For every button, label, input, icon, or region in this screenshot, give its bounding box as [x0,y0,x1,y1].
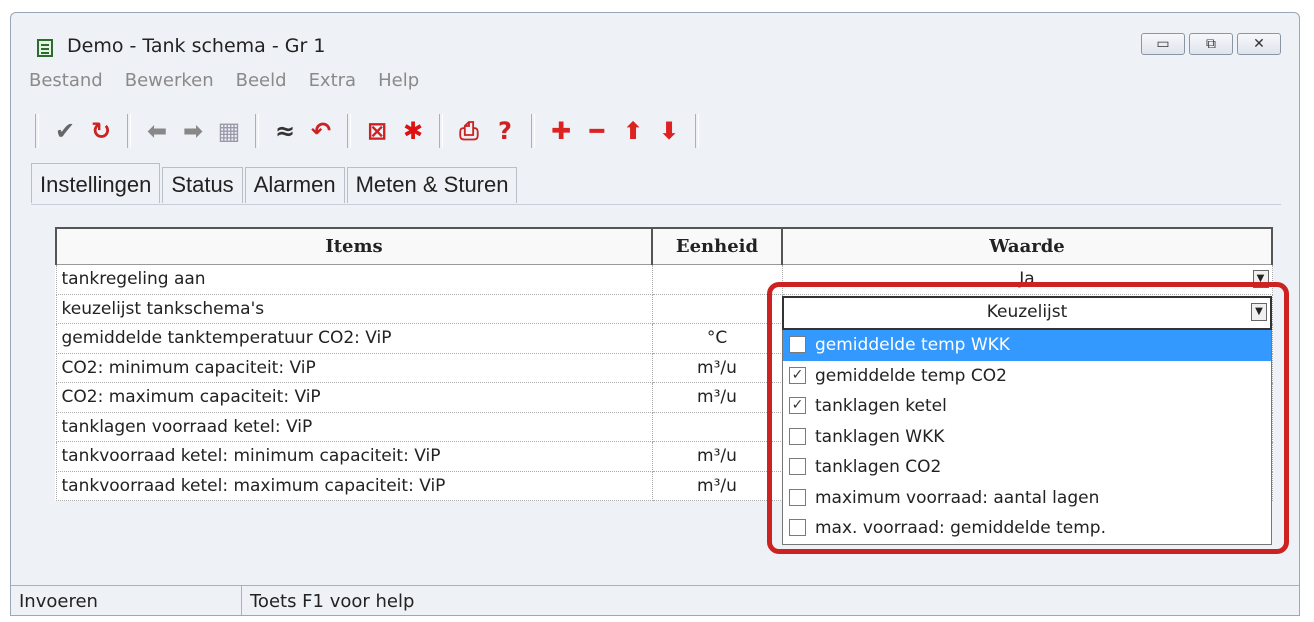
checkbox-icon[interactable] [789,458,806,475]
item-cell: tankregeling aan [55,264,653,295]
status-mode: Invoeren [19,591,98,612]
window-controls: ▭ ⧉ ✕ [1141,33,1281,55]
tab-strip: Instellingen Status Alarmen Meten & Stur… [31,163,519,203]
undo-icon[interactable]: ↶ [307,116,335,146]
dropdown-option[interactable]: tanklagen WKK [783,422,1271,453]
dropdown-arrow-icon[interactable]: ▼ [1251,303,1267,321]
grid-icon[interactable]: ▦ [215,116,243,146]
menu-bestand[interactable]: Bestand [29,70,103,91]
toolbar-separator [35,114,39,148]
dropdown-arrow-icon[interactable]: ▼ [1252,270,1269,288]
dropdown-option[interactable]: ✓ gemiddelde temp CO2 [783,361,1271,392]
cancel-box-icon[interactable]: ⊠ [363,116,391,146]
toolbar: ✔ ↻ ⬅ ➡ ▦ ≈ ↶ ⊠ ✱ ⎙ ? ✚ ━ ⬆ ⬇ [31,111,703,151]
toolbar-separator [347,114,351,148]
collapse-icon[interactable]: ≈ [271,116,299,146]
unit-cell [651,411,783,442]
tab-status[interactable]: Status [162,167,243,203]
unit-cell [651,264,783,295]
unit-cell: m³/u [651,441,783,472]
table-header-row: Items Eenheid Waarde [55,227,1273,265]
menu-beeld[interactable]: Beeld [236,70,287,91]
menu-bewerken[interactable]: Bewerken [125,70,214,91]
table-row[interactable]: tankregeling aan Ja ▼ [55,264,1273,295]
app-document-icon [37,39,53,57]
item-cell: gemiddelde tanktemperatuur CO2: ViP [55,323,653,354]
dropdown-option-label: maximum voorraad: aantal lagen [815,487,1100,508]
dropdown-option-label: tanklagen WKK [815,426,945,447]
dropdown-option-label: tanklagen ketel [815,396,947,416]
toolbar-separator [439,114,443,148]
dropdown-option[interactable]: ✓ tanklagen ketel [783,391,1271,422]
checkbox-icon[interactable] [789,519,806,536]
refresh-icon[interactable]: ↻ [87,116,115,146]
add-icon[interactable]: ✚ [547,116,575,146]
item-cell: CO2: maximum capaciteit: ViP [55,382,653,413]
forward-icon[interactable]: ➡ [179,116,207,146]
checkbox-icon[interactable] [789,488,806,506]
menu-bar: Bestand Bewerken Beeld Extra Help [29,70,419,91]
toolbar-separator [531,114,535,148]
column-header-unit[interactable]: Eenheid [651,227,783,265]
checkbox-checked-icon[interactable]: ✓ [789,397,806,414]
tab-instellingen[interactable]: Instellingen [31,163,161,203]
value-text: Ja [1019,269,1035,290]
back-icon[interactable]: ⬅ [143,116,171,146]
dropdown-header[interactable]: Keuzelijst ▼ [782,296,1272,330]
unit-cell [651,293,783,324]
dropdown-options: gemiddelde temp WKK ✓ gemiddelde temp CO2 ✓… [783,330,1271,544]
up-icon[interactable]: ⬆ [619,116,647,146]
checkbox-checked-icon[interactable]: ✓ [789,366,806,384]
dropdown-option[interactable]: tanklagen CO2 [783,452,1271,483]
dropdown-header-label: Keuzelijst [986,302,1068,322]
item-cell: keuzelijst tankschema's [55,293,653,324]
dropdown-option-label: tanklagen CO2 [815,457,942,477]
item-cell: tankvoorraad ketel: minimum capaciteit: … [55,441,653,472]
print-icon[interactable]: ⎙ [455,116,483,146]
minimize-button[interactable]: ▭ [1141,33,1185,55]
menu-extra[interactable]: Extra [309,70,357,91]
toolbar-separator [695,114,699,148]
item-cell: tanklagen voorraad ketel: ViP [55,411,653,442]
item-cell: CO2: minimum capaciteit: ViP [55,352,653,383]
item-cell: tankvoorraad ketel: maximum capaciteit: … [55,470,653,501]
unit-cell: m³/u [651,352,783,383]
checkbox-icon[interactable] [789,336,806,353]
column-header-value[interactable]: Waarde [781,227,1273,265]
schema-dropdown-list[interactable]: Keuzelijst ▼ gemiddelde temp WKK ✓ gemidde… [782,296,1272,545]
dropdown-option-label: max. voorraad: gemiddelde temp. [815,518,1106,538]
dropdown-option[interactable]: maximum voorraad: aantal lagen [783,483,1271,514]
check-icon[interactable]: ✔ [51,116,79,146]
toolbar-separator [127,114,131,148]
asterisk-icon[interactable]: ✱ [399,116,427,146]
title-bar[interactable]: Demo - Tank schema - Gr 1 ▭ ⧉ ✕ [11,13,1299,65]
dropdown-option[interactable]: max. voorraad: gemiddelde temp. [783,513,1271,544]
maximize-button[interactable]: ⧉ [1189,33,1233,55]
close-button[interactable]: ✕ [1237,33,1281,55]
value-dropdown-cell[interactable]: Ja ▼ [781,264,1273,295]
dropdown-option[interactable]: gemiddelde temp WKK [783,330,1271,361]
unit-cell: m³/u [651,470,783,501]
column-header-items[interactable]: Items [55,227,653,265]
toolbar-separator [255,114,259,148]
unit-cell: m³/u [651,382,783,413]
dropdown-option-label: gemiddelde temp CO2 [815,365,1007,386]
menu-help[interactable]: Help [378,70,419,91]
help-icon[interactable]: ? [491,116,519,146]
checkbox-icon[interactable] [789,427,806,445]
tab-alarmen[interactable]: Alarmen [244,167,345,203]
unit-cell: °C [651,323,783,354]
remove-icon[interactable]: ━ [583,116,611,146]
down-icon[interactable]: ⬇ [655,116,683,146]
status-hint: Toets F1 voor help [241,586,414,615]
dropdown-option-label: gemiddelde temp WKK [815,335,1010,355]
tab-meten-sturen[interactable]: Meten & Sturen [346,167,518,203]
window-title: Demo - Tank schema - Gr 1 [67,35,326,57]
status-bar: Invoeren Toets F1 voor help [11,585,1299,615]
